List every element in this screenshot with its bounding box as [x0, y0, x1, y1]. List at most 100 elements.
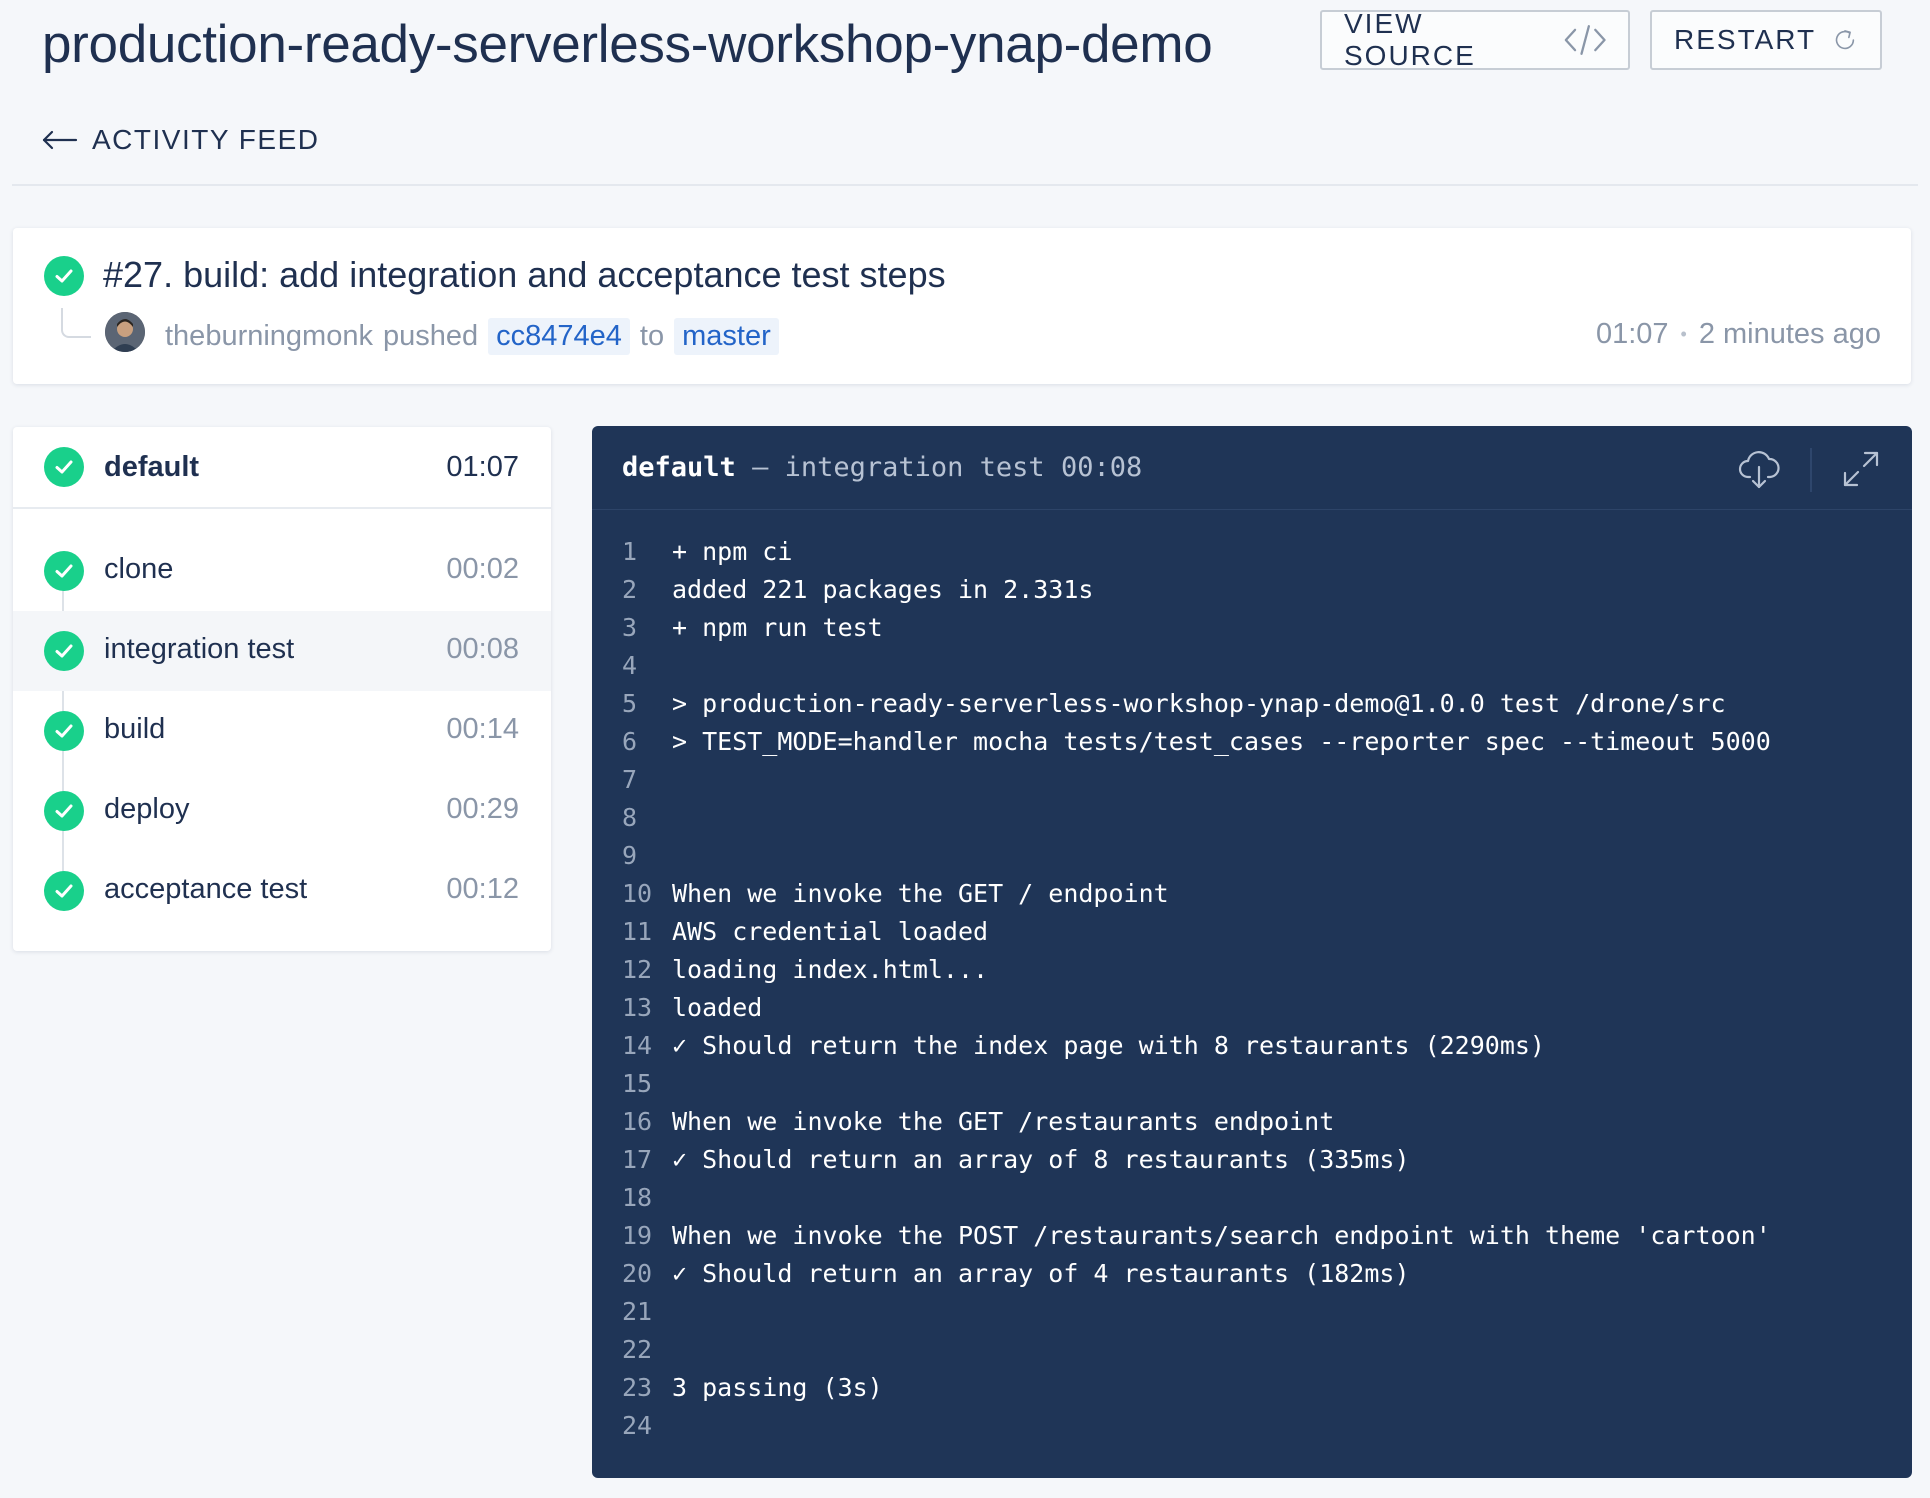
log-line: 11 AWS credential loaded	[592, 913, 1912, 951]
log-line-number: 24	[622, 1411, 653, 1440]
log-line: 20 ✓ Should return an array of 4 restaura…	[592, 1255, 1912, 1293]
log-line-number: 20	[622, 1259, 653, 1288]
log-line-text: When we invoke the GET /restaurants endp…	[672, 1107, 1335, 1136]
expand-icon	[1843, 451, 1879, 487]
log-step-name: integration test	[784, 452, 1045, 483]
log-line: 13 loaded	[592, 989, 1912, 1027]
log-line-text: + npm run test	[672, 613, 883, 642]
header-icon-divider	[1810, 448, 1812, 492]
log-line-number: 2	[622, 575, 638, 604]
branch-link[interactable]: master	[674, 318, 779, 355]
log-line-number: 8	[622, 803, 638, 832]
step-deploy[interactable]: deploy 00:29	[13, 771, 551, 851]
log-line-number: 1	[622, 537, 638, 566]
step-build[interactable]: build 00:14	[13, 691, 551, 771]
step-clone[interactable]: clone 00:02	[13, 531, 551, 611]
log-line: 17 ✓ Should return an array of 8 restaura…	[592, 1141, 1912, 1179]
step-name: acceptance test	[104, 873, 308, 905]
repo-title: production-ready-serverless-workshop-yna…	[42, 15, 1213, 74]
view-source-button[interactable]: VIEW SOURCE	[1320, 8, 1630, 71]
code-icon	[1564, 25, 1606, 55]
log-panel: default — integration test 00:08 1 + npm…	[592, 426, 1912, 1478]
check-circle-icon	[44, 711, 84, 751]
stage-name: default	[104, 451, 200, 483]
download-log-button[interactable]	[1736, 446, 1782, 492]
step-name: clone	[104, 553, 174, 585]
log-line-text: ✓ Should return an array of 8 restaurant…	[672, 1145, 1410, 1174]
log-line: 19 When we invoke the POST /restaurants/s…	[592, 1217, 1912, 1255]
log-line-text: > TEST_MODE=handler mocha tests/test_cas…	[672, 727, 1771, 756]
activity-feed-link[interactable]: ACTIVITY FEED	[42, 124, 319, 156]
log-output: 1 + npm ci 2 added 221 packages in 2.331s 3 +…	[592, 533, 1912, 1445]
log-line-number: 7	[622, 765, 638, 794]
step-duration: 00:12	[446, 873, 519, 905]
log-line-text: ✓ Should return the index page with 8 re…	[672, 1031, 1545, 1060]
log-line-text: When we invoke the GET / endpoint	[672, 879, 1169, 908]
tree-connector	[61, 308, 91, 338]
check-circle-icon	[44, 791, 84, 831]
build-duration: 01:07	[1595, 318, 1669, 350]
check-circle-icon	[44, 256, 84, 296]
steps-panel: default 01:07 clone 00:02 integration te…	[13, 427, 551, 951]
header-divider	[12, 184, 1918, 186]
to-text: to	[639, 320, 665, 352]
view-source-label: VIEW SOURCE	[1344, 8, 1476, 71]
check-circle-icon	[44, 447, 84, 487]
stage-header[interactable]: default 01:07	[13, 427, 551, 509]
log-line-text: 3 passing (3s)	[672, 1373, 883, 1402]
log-line: 24	[592, 1407, 1912, 1445]
log-line-number: 3	[622, 613, 638, 642]
log-line: 9	[592, 837, 1912, 875]
log-line-number: 12	[622, 955, 653, 984]
step-duration: 00:29	[446, 793, 519, 825]
check-circle-icon	[44, 871, 84, 911]
activity-feed-label: ACTIVITY FEED	[92, 124, 320, 155]
log-line: 10 When we invoke the GET / endpoint	[592, 875, 1912, 913]
log-line-text: + npm ci	[672, 537, 793, 566]
restart-button[interactable]: RESTART	[1650, 10, 1882, 70]
log-line: 5 > production-ready-serverless-workshop-…	[592, 685, 1912, 723]
log-line: 6 > TEST_MODE=handler mocha tests/test_ca…	[592, 723, 1912, 761]
log-line: 14 ✓ Should return the index page with 8 …	[592, 1027, 1912, 1065]
log-line: 22	[592, 1331, 1912, 1369]
log-line: 3 + npm run test	[592, 609, 1912, 647]
log-line-number: 18	[622, 1183, 653, 1212]
build-summary-card: #27. build: add integration and acceptan…	[13, 228, 1911, 384]
log-line-text: > production-ready-serverless-workshop-y…	[672, 689, 1726, 718]
log-line-text: added 221 packages in 2.331s	[672, 575, 1094, 604]
commit-meta: theburningmonk pushed cc8474e4 to master	[165, 318, 779, 355]
log-line: 7	[592, 761, 1912, 799]
log-line-text: When we invoke the POST /restaurants/sea…	[672, 1221, 1771, 1250]
log-line: 18	[592, 1179, 1912, 1217]
log-line: 23 3 passing (3s)	[592, 1369, 1912, 1407]
author-name[interactable]: theburningmonk	[165, 320, 373, 353]
log-line-number: 19	[622, 1221, 653, 1250]
log-line: 2 added 221 packages in 2.331s	[592, 571, 1912, 609]
check-circle-icon	[44, 551, 84, 591]
expand-log-button[interactable]	[1838, 446, 1884, 492]
step-duration: 00:08	[446, 633, 519, 665]
log-line-text: loading index.html...	[672, 955, 989, 984]
log-line-number: 17	[622, 1145, 653, 1174]
log-line: 8	[592, 799, 1912, 837]
step-name: deploy	[104, 793, 190, 825]
step-acceptance-test[interactable]: acceptance test 00:12	[13, 851, 551, 931]
log-line-number: 22	[622, 1335, 653, 1364]
log-line: 15	[592, 1065, 1912, 1103]
log-line-number: 9	[622, 841, 638, 870]
build-title[interactable]: #27. build: add integration and acceptan…	[103, 254, 946, 296]
step-duration: 00:02	[446, 553, 519, 585]
log-separator: —	[752, 452, 769, 483]
log-line-number: 21	[622, 1297, 653, 1326]
log-line: 16 When we invoke the GET /restaurants en…	[592, 1103, 1912, 1141]
action-text: pushed	[382, 320, 479, 352]
log-line-number: 4	[622, 651, 638, 680]
commit-link[interactable]: cc8474e4	[488, 318, 630, 355]
restart-label: RESTART	[1674, 24, 1817, 55]
log-line-number: 10	[622, 879, 653, 908]
step-integration-test[interactable]: integration test 00:08	[13, 611, 551, 691]
log-line-number: 5	[622, 689, 638, 718]
log-line-number: 16	[622, 1107, 653, 1136]
log-stage-name: default	[622, 452, 736, 483]
log-line-number: 6	[622, 727, 638, 756]
